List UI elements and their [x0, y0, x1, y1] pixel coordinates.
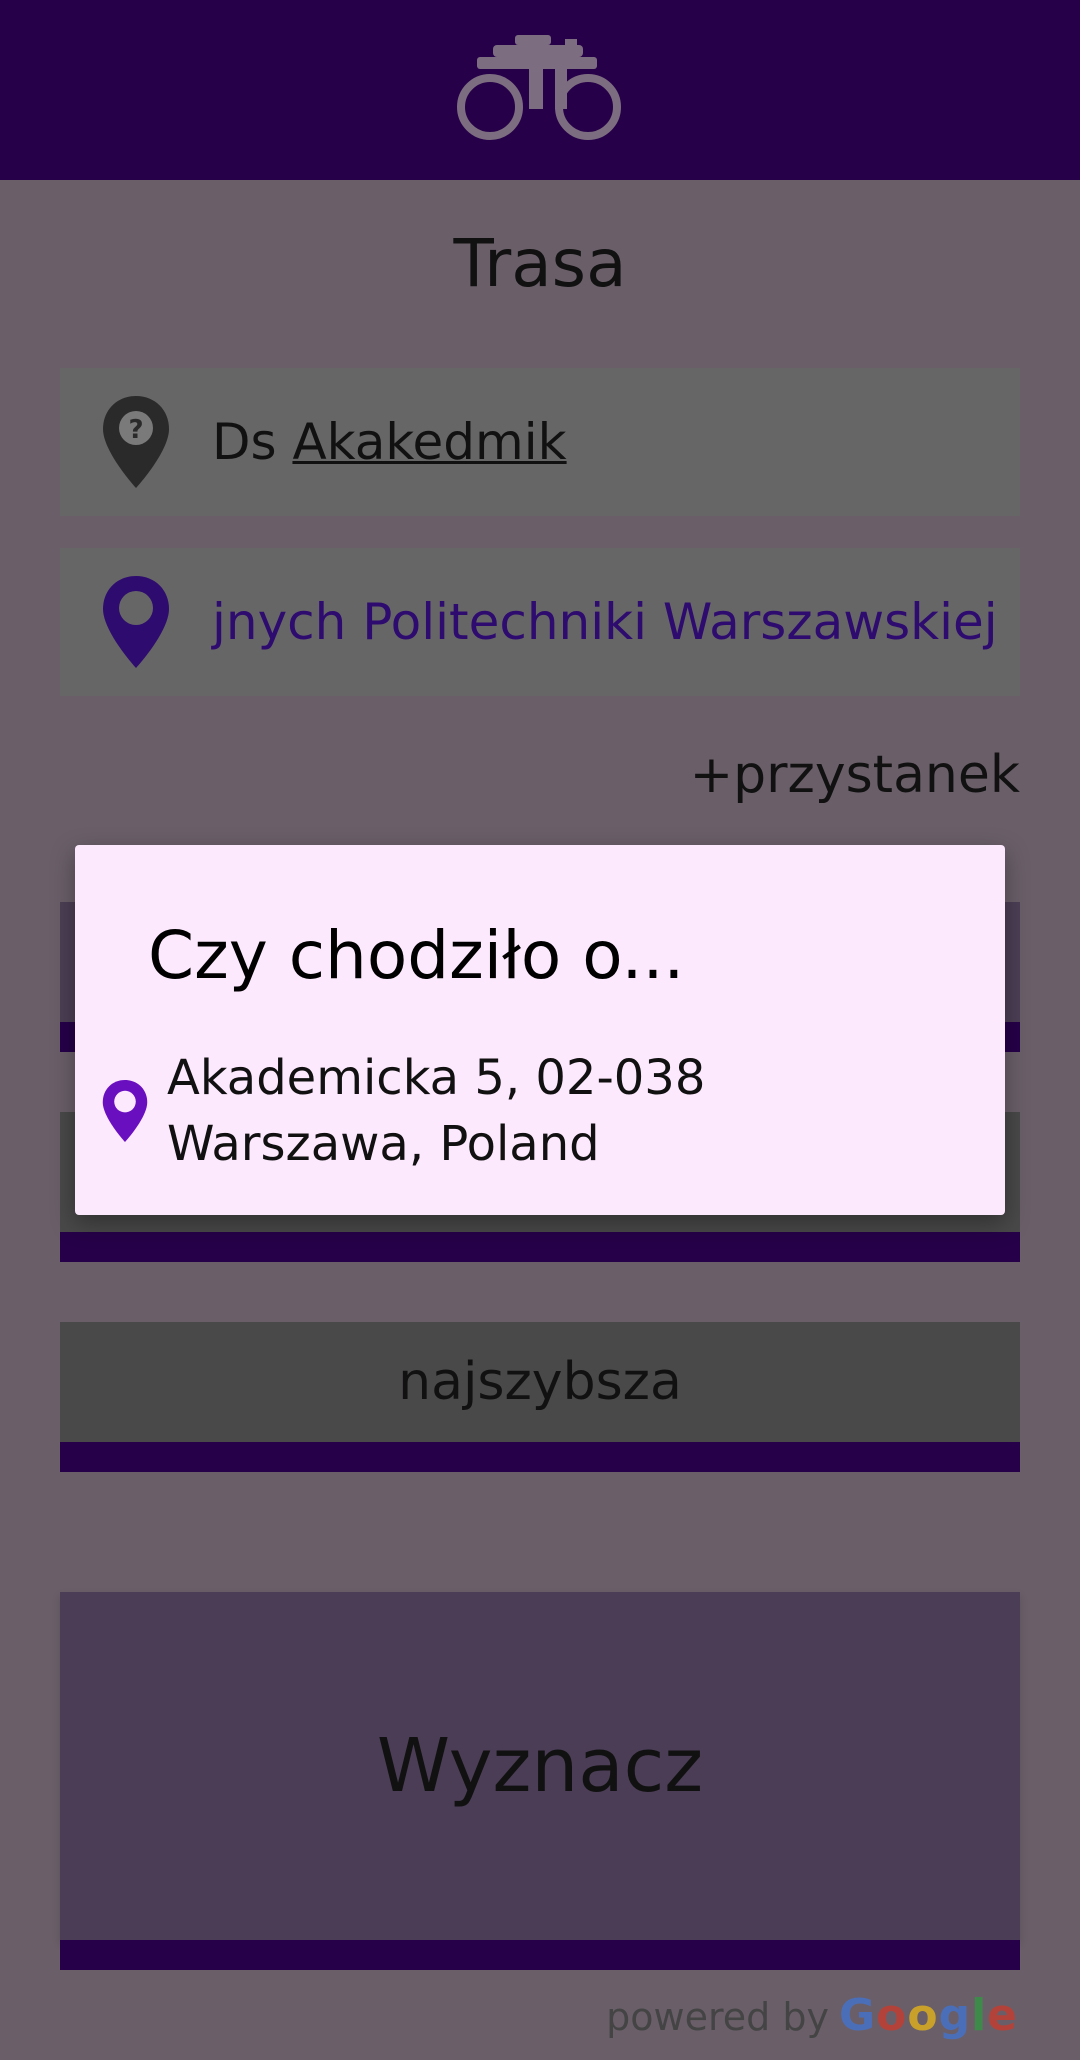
destination-input[interactable]: jnych Politechniki Warszawskiej — [212, 593, 998, 651]
origin-input[interactable]: Ds Akakedmik — [212, 413, 567, 471]
option-box-2-underline — [60, 1232, 1020, 1262]
powered-by-google: powered by Google — [606, 1990, 1018, 2041]
origin-misspelled-word: Akakedmik — [292, 413, 567, 471]
suggestion-address[interactable]: Akademicka 5, 02-038 Warszawa, Poland — [167, 1045, 705, 1177]
route-type-select[interactable]: najszybsza — [60, 1322, 1020, 1442]
location-pin-icon — [100, 576, 172, 668]
origin-prefix: Ds — [212, 413, 293, 471]
suggestion-item[interactable]: Akademicka 5, 02-038 Warszawa, Poland — [95, 1045, 705, 1177]
unknown-location-pin-icon: ? — [100, 396, 172, 488]
route-type-underline — [60, 1442, 1020, 1472]
did-you-mean-dialog: Czy chodziło o... Akademicka 5, 02-038 W… — [75, 845, 1005, 1215]
svg-text:?: ? — [128, 415, 143, 445]
calculate-button-underline — [60, 1940, 1020, 1970]
bicycle-icon — [457, 35, 621, 140]
add-stop-button[interactable]: +przystanek — [690, 745, 1020, 805]
dialog-title: Czy chodziło o... — [148, 917, 685, 994]
origin-field[interactable]: ? Ds Akakedmik — [60, 368, 1020, 516]
google-logo: Google — [838, 1990, 1018, 2041]
page-title: Trasa — [453, 225, 627, 302]
location-pin-icon — [95, 1080, 155, 1142]
suggestion-line-2: Warszawa, Poland — [167, 1116, 600, 1172]
calculate-route-button[interactable]: Wyznacz — [60, 1592, 1020, 1940]
app-header — [0, 0, 1080, 180]
powered-by-text: powered by — [606, 1995, 829, 2039]
destination-field[interactable]: jnych Politechniki Warszawskiej — [60, 548, 1020, 696]
suggestion-line-1: Akademicka 5, 02-038 — [167, 1050, 706, 1106]
